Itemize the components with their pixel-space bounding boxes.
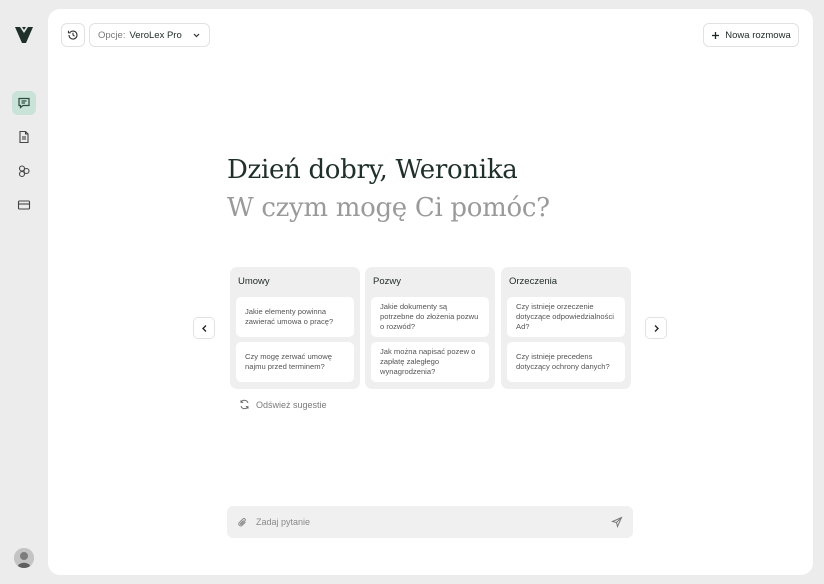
user-avatar[interactable]: [14, 548, 34, 568]
suggestion-question[interactable]: Jakie elementy powinna zawierać umowa o …: [236, 297, 354, 337]
suggestion-card-pozwy: Pozwy Jakie dokumenty są potrzebne do zł…: [365, 267, 495, 389]
model-select-value: VeroLex Pro: [129, 29, 182, 41]
suggestion-question[interactable]: Czy istnieje orzeczenie dotyczące odpowi…: [507, 297, 625, 337]
suggestion-question[interactable]: Jak można napisać pozew o zapłatę zaległ…: [371, 342, 489, 382]
new-chat-button[interactable]: Nowa rozmowa: [703, 23, 799, 47]
document-icon: [19, 130, 29, 144]
greeting-subtitle: W czym mogę Ci pomóc?: [227, 193, 550, 223]
paperclip-icon[interactable]: [237, 517, 248, 528]
chevron-right-icon: [654, 324, 659, 332]
suggestion-card-orzeczenia: Orzeczenia Czy istnieje orzeczenie dotyc…: [501, 267, 631, 389]
chevron-down-icon: [193, 33, 200, 38]
question-input[interactable]: [256, 517, 611, 527]
nav-documents[interactable]: [12, 125, 36, 149]
carousel-next-button[interactable]: [645, 317, 667, 339]
suggestion-question[interactable]: Czy istnieje precedens dotyczący ochrony…: [507, 342, 625, 382]
send-icon[interactable]: [611, 516, 623, 528]
main-panel: Opcje: VeroLex Pro Nowa rozmowa Dzień do…: [48, 9, 813, 575]
sidebar: [0, 0, 48, 584]
carousel-prev-button[interactable]: [193, 317, 215, 339]
nav-chat[interactable]: [12, 91, 36, 115]
suggestion-card-title: Pozwy: [373, 276, 401, 287]
history-button[interactable]: [61, 23, 85, 47]
suggestion-question[interactable]: Czy mogę zerwać umowę najmu przed termin…: [236, 342, 354, 382]
new-chat-label: Nowa rozmowa: [725, 29, 791, 41]
suggestion-cards: Umowy Jakie elementy powinna zawierać um…: [230, 267, 632, 389]
model-select[interactable]: Opcje: VeroLex Pro: [89, 23, 210, 47]
chat-icon: [18, 97, 30, 109]
card-icon: [17, 200, 31, 210]
nav-billing[interactable]: [12, 193, 36, 217]
refresh-suggestions-label: Odśwież sugestie: [256, 399, 327, 410]
model-select-label: Opcje:: [98, 29, 126, 41]
history-icon: [67, 30, 78, 40]
chevron-left-icon: [201, 324, 206, 332]
circles-icon: [18, 165, 30, 178]
composer: [227, 506, 633, 538]
suggestion-card-title: Orzeczenia: [509, 276, 558, 287]
refresh-suggestions-button[interactable]: Odśwież sugestie: [239, 399, 327, 410]
suggestion-question[interactable]: Jakie dokumenty są potrzebne do złożenia…: [371, 297, 489, 337]
greeting-title: Dzień dobry, Weronika: [227, 155, 518, 185]
refresh-icon: [240, 399, 249, 410]
suggestion-card-title: Umowy: [238, 276, 270, 287]
app-logo[interactable]: [13, 24, 35, 46]
plus-icon: [712, 31, 720, 39]
suggestion-card-umowy: Umowy Jakie elementy powinna zawierać um…: [230, 267, 360, 389]
nav-integrations[interactable]: [12, 159, 36, 183]
